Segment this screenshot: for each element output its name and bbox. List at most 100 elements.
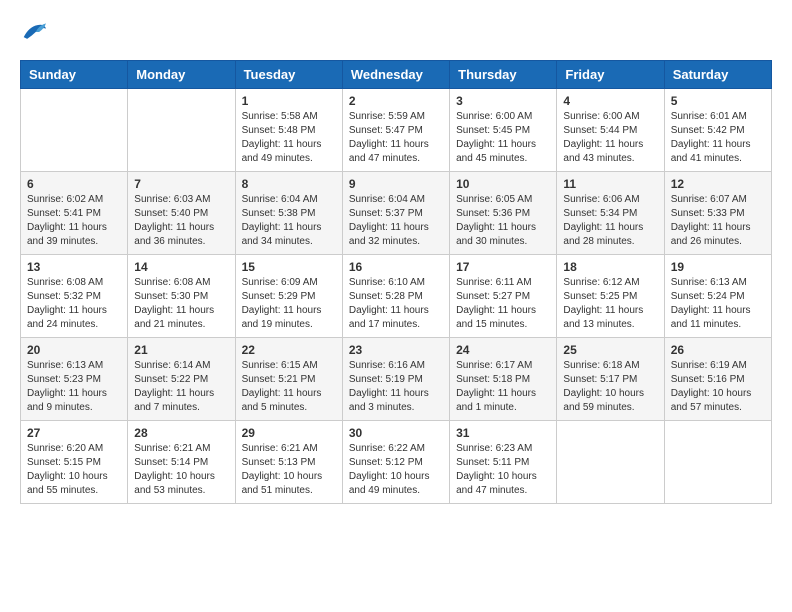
day-number: 21	[134, 343, 228, 357]
weekday-header-monday: Monday	[128, 61, 235, 89]
calendar-cell	[664, 421, 771, 504]
day-info: Sunrise: 6:16 AM Sunset: 5:19 PM Dayligh…	[349, 359, 443, 415]
weekday-header-wednesday: Wednesday	[342, 61, 449, 89]
calendar-cell: 16 Sunrise: 6:10 AM Sunset: 5:28 PM Dayli…	[342, 255, 449, 338]
day-number: 27	[27, 426, 121, 440]
day-number: 14	[134, 260, 228, 274]
calendar-week-3: 13 Sunrise: 6:08 AM Sunset: 5:32 PM Dayli…	[21, 255, 772, 338]
day-number: 7	[134, 177, 228, 191]
calendar-cell: 28 Sunrise: 6:21 AM Sunset: 5:14 PM Dayli…	[128, 421, 235, 504]
day-number: 17	[456, 260, 550, 274]
day-number: 9	[349, 177, 443, 191]
day-number: 23	[349, 343, 443, 357]
day-info: Sunrise: 6:04 AM Sunset: 5:37 PM Dayligh…	[349, 193, 443, 249]
calendar-cell: 12 Sunrise: 6:07 AM Sunset: 5:33 PM Dayli…	[664, 172, 771, 255]
calendar-cell: 27Sunrise: 6:20 AM Sunset: 5:15 PM Dayli…	[21, 421, 128, 504]
day-number: 25	[563, 343, 657, 357]
calendar-cell: 6 Sunrise: 6:02 AM Sunset: 5:41 PM Daylig…	[21, 172, 128, 255]
day-number: 15	[242, 260, 336, 274]
day-info: Sunrise: 6:09 AM Sunset: 5:29 PM Dayligh…	[242, 276, 336, 332]
day-number: 10	[456, 177, 550, 191]
day-info: Sunrise: 6:22 AM Sunset: 5:12 PM Dayligh…	[349, 442, 443, 498]
day-info: Sunrise: 6:17 AM Sunset: 5:18 PM Dayligh…	[456, 359, 550, 415]
day-number: 12	[671, 177, 765, 191]
day-number: 16	[349, 260, 443, 274]
calendar-cell: 31 Sunrise: 6:23 AM Sunset: 5:11 PM Dayli…	[450, 421, 557, 504]
calendar-cell: 14 Sunrise: 6:08 AM Sunset: 5:30 PM Dayli…	[128, 255, 235, 338]
calendar-cell: 4 Sunrise: 6:00 AM Sunset: 5:44 PM Daylig…	[557, 89, 664, 172]
calendar-cell: 30 Sunrise: 6:22 AM Sunset: 5:12 PM Dayli…	[342, 421, 449, 504]
day-number: 30	[349, 426, 443, 440]
day-info: Sunrise: 6:05 AM Sunset: 5:36 PM Dayligh…	[456, 193, 550, 249]
day-number: 1	[242, 94, 336, 108]
day-number: 4	[563, 94, 657, 108]
day-number: 2	[349, 94, 443, 108]
day-info: Sunrise: 6:08 AM Sunset: 5:30 PM Dayligh…	[134, 276, 228, 332]
calendar-cell: 17 Sunrise: 6:11 AM Sunset: 5:27 PM Dayli…	[450, 255, 557, 338]
day-info: Sunrise: 6:14 AM Sunset: 5:22 PM Dayligh…	[134, 359, 228, 415]
day-info: Sunrise: 6:21 AM Sunset: 5:14 PM Dayligh…	[134, 442, 228, 498]
day-info: Sunrise: 6:11 AM Sunset: 5:27 PM Dayligh…	[456, 276, 550, 332]
calendar-cell: 20 Sunrise: 6:13 AM Sunset: 5:23 PM Dayli…	[21, 338, 128, 421]
weekday-header-sunday: Sunday	[21, 61, 128, 89]
day-number: 22	[242, 343, 336, 357]
logo-bird-icon	[20, 20, 48, 44]
calendar-cell: 3 Sunrise: 6:00 AM Sunset: 5:45 PM Daylig…	[450, 89, 557, 172]
day-info: Sunrise: 6:08 AM Sunset: 5:32 PM Dayligh…	[27, 276, 121, 332]
calendar-cell: 26Sunrise: 6:19 AM Sunset: 5:16 PM Dayli…	[664, 338, 771, 421]
day-number: 20	[27, 343, 121, 357]
day-info: Sunrise: 5:59 AM Sunset: 5:47 PM Dayligh…	[349, 110, 443, 166]
day-number: 3	[456, 94, 550, 108]
day-number: 11	[563, 177, 657, 191]
calendar-cell: 25 Sunrise: 6:18 AM Sunset: 5:17 PM Dayli…	[557, 338, 664, 421]
calendar-cell: 11 Sunrise: 6:06 AM Sunset: 5:34 PM Dayli…	[557, 172, 664, 255]
day-info: Sunrise: 6:04 AM Sunset: 5:38 PM Dayligh…	[242, 193, 336, 249]
day-number: 5	[671, 94, 765, 108]
day-info: Sunrise: 6:10 AM Sunset: 5:28 PM Dayligh…	[349, 276, 443, 332]
day-info: Sunrise: 6:07 AM Sunset: 5:33 PM Dayligh…	[671, 193, 765, 249]
day-info: Sunrise: 6:00 AM Sunset: 5:44 PM Dayligh…	[563, 110, 657, 166]
calendar-cell	[21, 89, 128, 172]
calendar-cell: 2 Sunrise: 5:59 AM Sunset: 5:47 PM Daylig…	[342, 89, 449, 172]
day-info: Sunrise: 6:13 AM Sunset: 5:24 PM Dayligh…	[671, 276, 765, 332]
calendar-cell: 23 Sunrise: 6:16 AM Sunset: 5:19 PM Dayli…	[342, 338, 449, 421]
weekday-header-saturday: Saturday	[664, 61, 771, 89]
day-info: Sunrise: 6:21 AM Sunset: 5:13 PM Dayligh…	[242, 442, 336, 498]
calendar-cell: 22 Sunrise: 6:15 AM Sunset: 5:21 PM Dayli…	[235, 338, 342, 421]
calendar-week-4: 20 Sunrise: 6:13 AM Sunset: 5:23 PM Dayli…	[21, 338, 772, 421]
calendar-cell: 7Sunrise: 6:03 AM Sunset: 5:40 PM Daylig…	[128, 172, 235, 255]
calendar-cell	[128, 89, 235, 172]
day-info: Sunrise: 6:23 AM Sunset: 5:11 PM Dayligh…	[456, 442, 550, 498]
calendar-cell: 8Sunrise: 6:04 AM Sunset: 5:38 PM Daylig…	[235, 172, 342, 255]
calendar-cell: 29 Sunrise: 6:21 AM Sunset: 5:13 PM Dayli…	[235, 421, 342, 504]
weekday-header-tuesday: Tuesday	[235, 61, 342, 89]
calendar-cell: 15 Sunrise: 6:09 AM Sunset: 5:29 PM Dayli…	[235, 255, 342, 338]
calendar-cell: 13 Sunrise: 6:08 AM Sunset: 5:32 PM Dayli…	[21, 255, 128, 338]
calendar-cell: 1 Sunrise: 5:58 AM Sunset: 5:48 PM Daylig…	[235, 89, 342, 172]
day-number: 6	[27, 177, 121, 191]
day-number: 13	[27, 260, 121, 274]
calendar-week-2: 6 Sunrise: 6:02 AM Sunset: 5:41 PM Daylig…	[21, 172, 772, 255]
day-number: 31	[456, 426, 550, 440]
day-number: 24	[456, 343, 550, 357]
day-info: Sunrise: 6:18 AM Sunset: 5:17 PM Dayligh…	[563, 359, 657, 415]
calendar-cell: 21 Sunrise: 6:14 AM Sunset: 5:22 PM Dayli…	[128, 338, 235, 421]
day-info: Sunrise: 6:00 AM Sunset: 5:45 PM Dayligh…	[456, 110, 550, 166]
day-info: Sunrise: 6:01 AM Sunset: 5:42 PM Dayligh…	[671, 110, 765, 166]
day-info: Sunrise: 6:06 AM Sunset: 5:34 PM Dayligh…	[563, 193, 657, 249]
day-info: Sunrise: 6:15 AM Sunset: 5:21 PM Dayligh…	[242, 359, 336, 415]
day-info: Sunrise: 5:58 AM Sunset: 5:48 PM Dayligh…	[242, 110, 336, 166]
calendar-cell: 10 Sunrise: 6:05 AM Sunset: 5:36 PM Dayli…	[450, 172, 557, 255]
calendar-header-row: SundayMondayTuesdayWednesdayThursdayFrid…	[21, 61, 772, 89]
day-info: Sunrise: 6:19 AM Sunset: 5:16 PM Dayligh…	[671, 359, 765, 415]
weekday-header-thursday: Thursday	[450, 61, 557, 89]
calendar-week-5: 27Sunrise: 6:20 AM Sunset: 5:15 PM Dayli…	[21, 421, 772, 504]
day-info: Sunrise: 6:02 AM Sunset: 5:41 PM Dayligh…	[27, 193, 121, 249]
logo	[20, 20, 52, 44]
day-number: 29	[242, 426, 336, 440]
calendar-cell: 5 Sunrise: 6:01 AM Sunset: 5:42 PM Daylig…	[664, 89, 771, 172]
calendar-cell: 19Sunrise: 6:13 AM Sunset: 5:24 PM Dayli…	[664, 255, 771, 338]
day-number: 18	[563, 260, 657, 274]
day-info: Sunrise: 6:13 AM Sunset: 5:23 PM Dayligh…	[27, 359, 121, 415]
day-number: 28	[134, 426, 228, 440]
